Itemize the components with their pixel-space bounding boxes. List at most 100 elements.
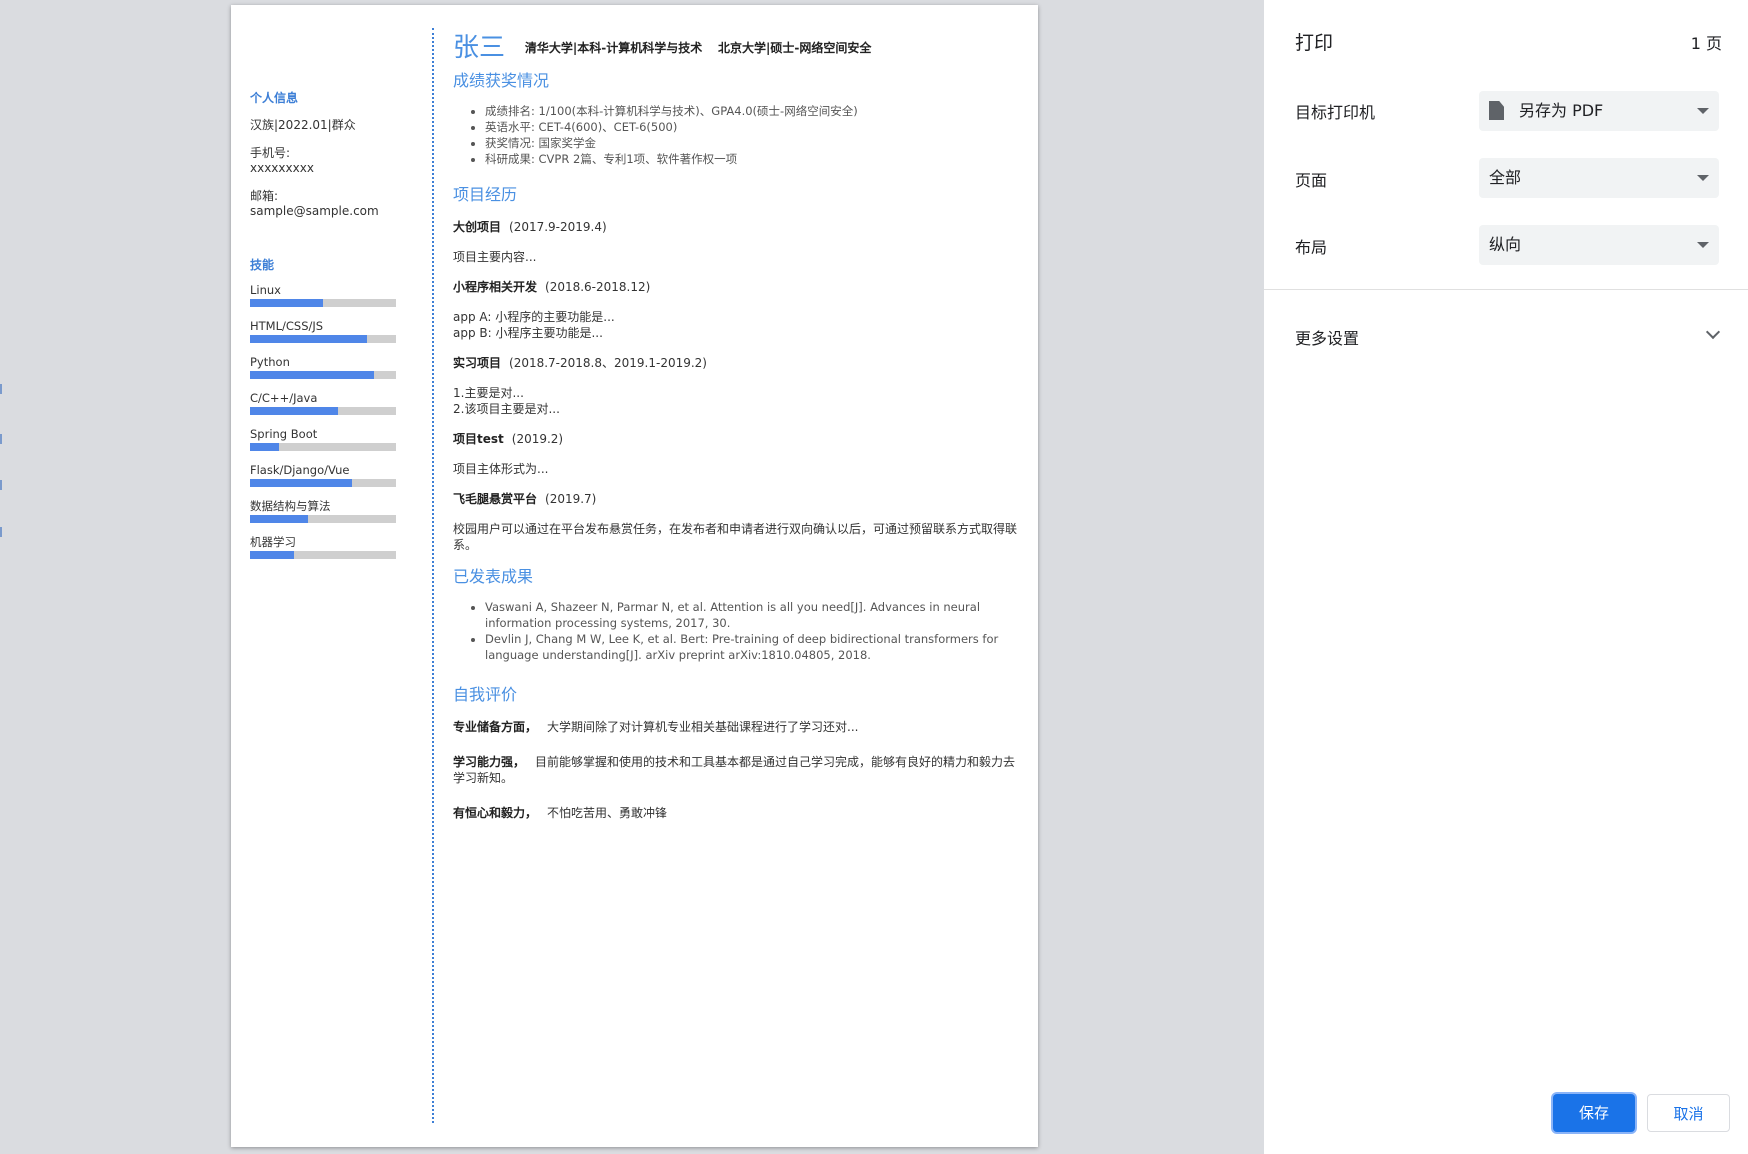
project-date: (2019.7) [545,492,597,506]
project-name: 飞毛腿悬赏平台 [453,492,538,506]
skills-list: Linux HTML/CSS/JS Python C/C++/Java Spring B… [250,283,405,571]
skill-item: Spring Boot [250,427,405,463]
dropdown-caret-icon [1697,242,1709,248]
desc-line: 校园用户可以通过在平台发布悬赏任务，在发布者和申请者进行双向确认以后，可通过预留… [453,522,1018,552]
project-name: 实习项目 [453,356,502,370]
skill-item: 机器学习 [250,535,405,571]
awards-title: 成绩获奖情况 [453,71,550,90]
project-description: 校园用户可以通过在平台发布悬赏任务，在发布者和申请者进行双向确认以后，可通过预留… [453,521,1023,553]
awards-list: 成绩排名: 1/100(本科-计算机科学与技术)、GPA4.0(硕士-网络空间安… [453,103,1023,167]
project-description: app A: 小程序的主要功能是... app B: 小程序主要功能是... [453,309,1023,341]
eval-text: 目前能够掌握和使用的技术和工具基本都是通过自己学习完成，能够有良好的精力和毅力去… [453,755,1016,785]
skill-bar-fill [250,551,294,559]
project-date: (2018.7-2018.8、2019.1-2019.2) [509,356,707,370]
panel-divider [1264,289,1748,290]
skill-item: C/C++/Java [250,391,405,427]
project-date: (2017.9-2019.4) [509,220,607,234]
skill-bar-fill [250,407,338,415]
print-settings-panel: 打印 1 页 目标打印机 另存为 PDF 页面 全部 布局 纵向 更多设置 保存… [1264,0,1748,1154]
desc-line: 2.该项目主要是对... [453,402,560,416]
skill-item: Flask/Django/Vue [250,463,405,499]
list-item: Devlin J, Chang M W, Lee K, et al. Bert:… [485,631,1023,663]
left-edge-strip [0,0,4,1154]
skill-label: Linux [250,283,281,297]
desc-line: app B: 小程序主要功能是... [453,326,603,340]
school-bachelor: 清华大学|本科-计算机科学与技术 [524,41,703,55]
project-heading: 大创项目 (2017.9-2019.4) [453,219,1023,235]
file-icon [1489,101,1504,120]
skill-label: 机器学习 [250,535,296,549]
skill-bar [250,407,396,415]
skill-bar [250,335,396,343]
project-name: 大创项目 [453,220,502,234]
destination-select[interactable]: 另存为 PDF [1479,91,1719,131]
skill-item: 数据结构与算法 [250,499,405,535]
skill-label: Flask/Django/Vue [250,463,350,477]
project-description: 项目主体形式为... [453,461,1023,477]
project-heading: 小程序相关开发 (2018.6-2018.12) [453,279,1023,295]
project-name: 项目test [453,432,504,446]
skill-bar [250,479,396,487]
skill-bar [250,299,396,307]
more-settings-toggle[interactable]: 更多设置 [1295,325,1359,349]
email-block: 邮箱: sample@sample.com [250,189,405,219]
skill-bar-fill [250,299,323,307]
eval-label: 专业储备方面， [453,720,538,734]
phone-label: 手机号: [250,146,291,160]
skill-item: Linux [250,283,405,319]
eval-text: 大学期间除了对计算机专业相关基础课程进行了学习还对... [547,720,859,734]
list-item: 获奖情况: 国家奖学金 [485,135,1023,151]
list-item: 成绩排名: 1/100(本科-计算机科学与技术)、GPA4.0(硕士-网络空间安… [485,103,1023,119]
project-heading: 项目test (2019.2) [453,431,1023,447]
skill-label: HTML/CSS/JS [250,319,324,333]
destination-label: 目标打印机 [1295,103,1376,122]
skill-item: HTML/CSS/JS [250,319,405,355]
email-value: sample@sample.com [250,204,379,218]
edge-mark [0,527,2,537]
skill-label: Spring Boot [250,427,318,441]
pages-label: 页面 [1295,171,1328,190]
edge-mark [0,480,2,490]
project-date: (2018.6-2018.12) [545,280,651,294]
skill-item: Python [250,355,405,391]
sidebar-divider [432,28,434,1123]
pages-value: 全部 [1489,168,1522,187]
project-description: 1.主要是对... 2.该项目主要是对... [453,385,1023,417]
self-eval-item: 专业储备方面， 大学期间除了对计算机专业相关基础课程进行了学习还对... [453,719,1023,735]
print-preview-page: 个人信息 汉族|2022.01|群众 手机号: xxxxxxxxx 邮箱: sa… [231,5,1038,1147]
project-heading: 飞毛腿悬赏平台 (2019.7) [453,491,1023,507]
eval-label: 学习能力强， [453,755,526,769]
phone-block: 手机号: xxxxxxxxx [250,146,405,176]
edge-mark [0,384,2,394]
chevron-down-icon[interactable] [1705,324,1721,340]
eval-label: 有恒心和毅力， [453,806,538,820]
resume-content: 张三 清华大学|本科-计算机科学与技术 北京大学|硕士-网络空间安全 成绩获奖情… [453,27,1023,840]
save-button[interactable]: 保存 [1553,1094,1635,1132]
projects-title: 项目经历 [453,185,518,204]
candidate-name: 张三 [453,33,506,63]
desc-line: 项目主体形式为... [453,462,549,476]
email-label: 邮箱: [250,189,279,203]
cancel-button[interactable]: 取消 [1647,1094,1730,1132]
publications-title: 已发表成果 [453,567,534,586]
list-item: 英语水平: CET-4(600)、CET-6(500) [485,119,1023,135]
skill-bar-fill [250,515,309,523]
project-date: (2019.2) [511,432,564,446]
eval-text: 不怕吃苦用、勇敢冲锋 [547,806,668,820]
skill-label: Python [250,355,290,369]
project-description: 项目主要内容... [453,249,1023,265]
self-eval-title: 自我评价 [453,685,518,704]
resume-sidebar: 个人信息 汉族|2022.01|群众 手机号: xxxxxxxxx 邮箱: sa… [250,89,405,571]
school-master: 北京大学|硕士-网络空间安全 [718,41,872,55]
skill-bar-fill [250,335,367,343]
layout-select[interactable]: 纵向 [1479,225,1719,265]
pages-select[interactable]: 全部 [1479,158,1719,198]
resume-header: 张三 清华大学|本科-计算机科学与技术 北京大学|硕士-网络空间安全 [453,27,1023,63]
list-item: Vaswani A, Shazeer N, Parmar N, et al. A… [485,599,1023,631]
page-count: 1 页 [1690,34,1722,53]
skill-label: C/C++/Java [250,391,318,405]
skill-bar [250,551,396,559]
list-item: 科研成果: CVPR 2篇、专利1项、软件著作权一项 [485,151,1023,167]
phone-value: xxxxxxxxx [250,161,314,175]
skill-bar [250,515,396,523]
